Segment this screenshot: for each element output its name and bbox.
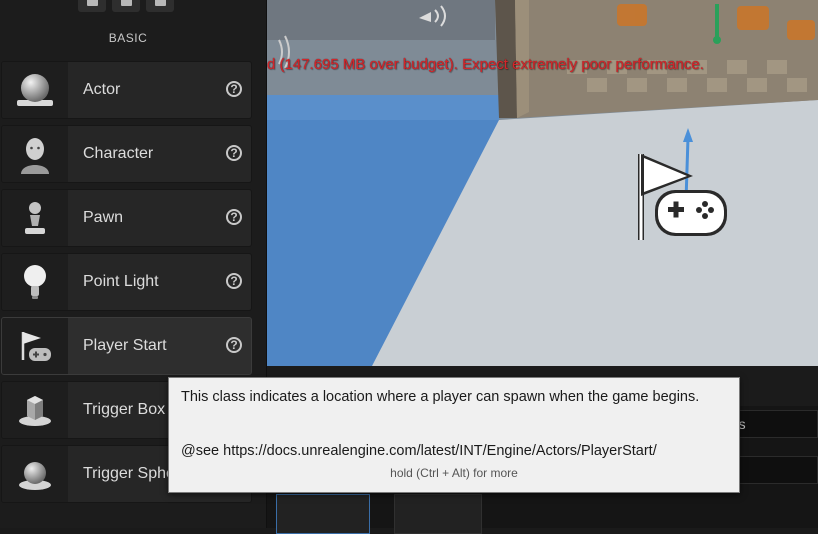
help-icon[interactable]: ?	[226, 273, 242, 289]
toolbar-button-2[interactable]	[112, 0, 140, 12]
item-label: Trigger Box	[83, 401, 166, 418]
actor-thumb	[2, 382, 68, 438]
toolbar-icon	[120, 0, 132, 6]
item-label: Pawn	[83, 209, 124, 226]
sphere-actor-icon	[17, 74, 53, 106]
tooltip-doc-link: @see https://docs.unrealengine.com/lates…	[181, 443, 657, 459]
toolbar-icon	[86, 0, 98, 6]
actor-item-pawn[interactable]: Pawn ?	[1, 189, 252, 247]
character-head-icon	[21, 138, 49, 174]
viewport-scene	[267, 0, 818, 366]
help-icon[interactable]: ?	[226, 337, 242, 353]
pawn-icon	[25, 202, 45, 234]
tooltip-hint: hold (Ctrl + Alt) for more	[390, 466, 518, 480]
actor-thumb	[2, 318, 68, 374]
actor-item-actor[interactable]: Actor ?	[1, 61, 252, 119]
item-label: Actor	[83, 81, 121, 98]
tooltip-description: This class indicates a location where a …	[181, 389, 700, 405]
actor-item-character[interactable]: Character ?	[1, 125, 252, 183]
item-label: Point Light	[83, 273, 159, 290]
player-start-icon	[21, 332, 51, 361]
help-icon[interactable]: ?	[226, 81, 242, 97]
player-start-tooltip: This class indicates a location where a …	[168, 377, 740, 493]
section-label: BASIC	[108, 31, 148, 45]
trigger-sphere-icon	[19, 462, 51, 490]
actor-thumb	[2, 254, 68, 310]
trigger-box-icon	[19, 396, 51, 426]
actor-item-player-start[interactable]: Player Start ?	[1, 317, 252, 375]
item-label: Character	[83, 145, 154, 162]
help-icon[interactable]: ?	[226, 145, 242, 161]
asset-thumbnail[interactable]	[394, 494, 482, 534]
actor-thumb	[2, 126, 68, 182]
item-label: Player Start	[83, 337, 167, 354]
help-icon[interactable]: ?	[226, 209, 242, 225]
level-viewport[interactable]: d (147.695 MB over budget). Expect extre…	[267, 0, 818, 366]
toolbar-icon	[154, 0, 166, 6]
actor-item-point-light[interactable]: Point Light ?	[1, 253, 252, 311]
asset-thumbnail-selected[interactable]	[276, 494, 370, 534]
actor-thumb	[2, 190, 68, 246]
toolbar-button-3[interactable]	[146, 0, 174, 12]
toolbar-button-1[interactable]	[78, 0, 106, 12]
panel-toolbar	[78, 0, 174, 12]
light-bulb-icon	[24, 265, 46, 299]
actor-thumb	[2, 62, 68, 118]
memory-warning-text: d (147.695 MB over budget). Expect extre…	[267, 56, 704, 73]
actor-thumb	[2, 446, 68, 502]
